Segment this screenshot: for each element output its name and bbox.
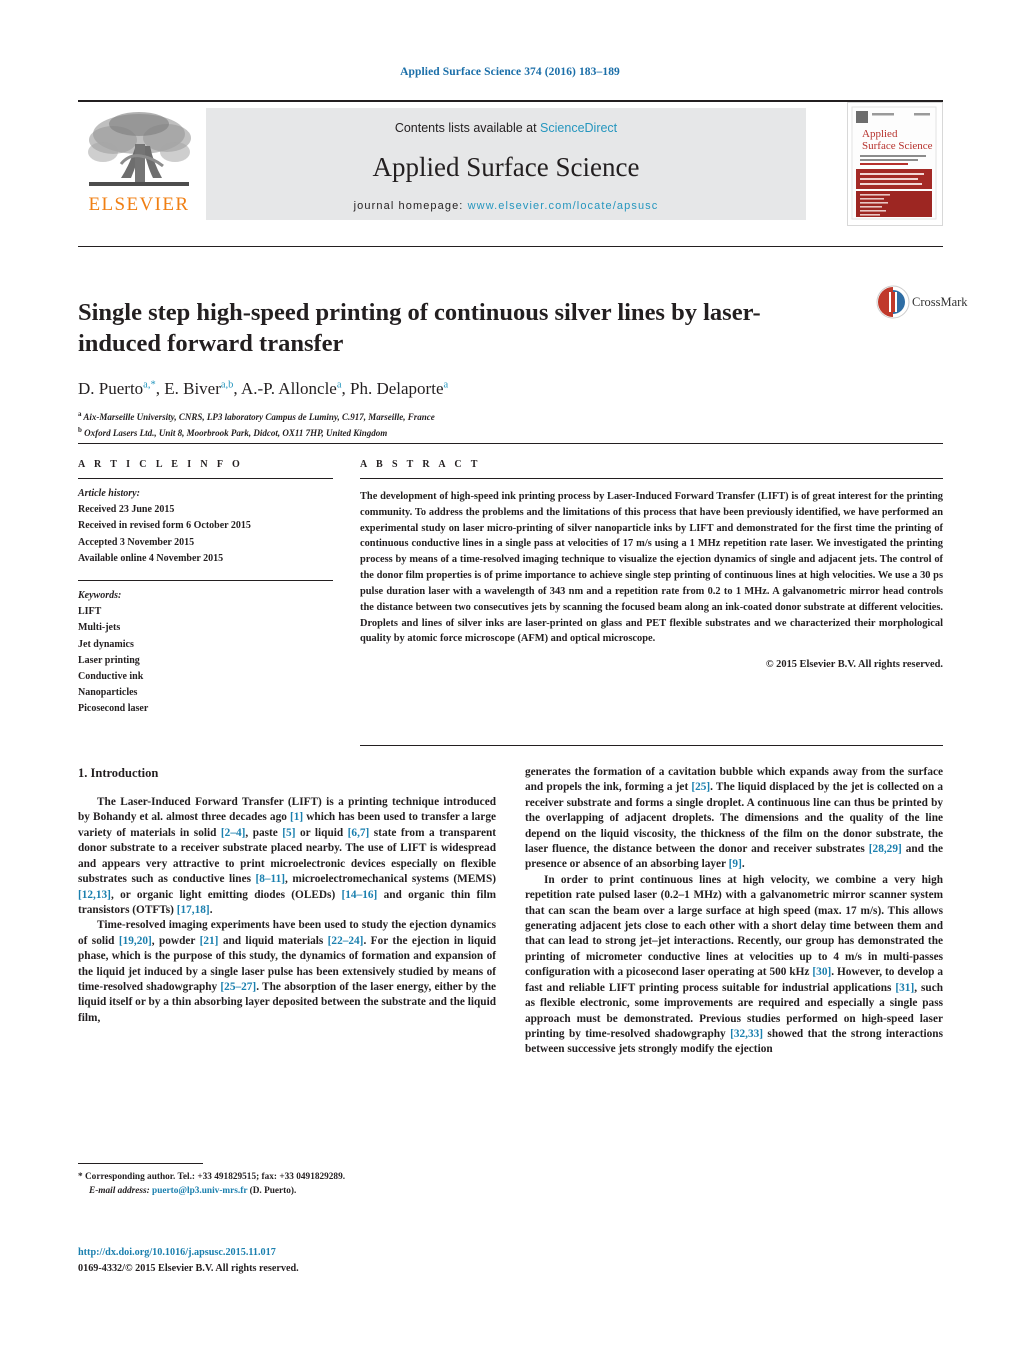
article-info-heading-rule bbox=[78, 478, 333, 479]
running-head: Applied Surface Science 374 (2016) 183–1… bbox=[400, 66, 620, 78]
crossmark-icon bbox=[876, 285, 910, 319]
abstract-column: A B S T R A C T The development of high-… bbox=[360, 459, 943, 670]
keyword-item: Picosecond laser bbox=[78, 703, 149, 715]
article-history-block: Article history: Received 23 June 2015 R… bbox=[78, 486, 333, 567]
history-item: Received in revised form 6 October 2015 bbox=[78, 520, 251, 532]
elsevier-tree-icon bbox=[78, 108, 200, 194]
journal-homepage-line: journal homepage: www.elsevier.com/locat… bbox=[206, 200, 806, 212]
keywords-block: Keywords: LIFT Multi-jets Jet dynamics L… bbox=[78, 588, 333, 718]
affiliation-marker-b: b bbox=[78, 425, 82, 434]
paragraph: The Laser-Induced Forward Transfer (LIFT… bbox=[78, 796, 497, 916]
doi-block: http://dx.doi.org/10.1016/j.apsusc.2015.… bbox=[78, 1245, 508, 1277]
email-owner: (D. Puerto). bbox=[249, 1186, 297, 1197]
section-heading-introduction: 1. Introduction bbox=[78, 766, 159, 780]
elsevier-wordmark: ELSEVIER bbox=[88, 194, 190, 215]
journal-homepage-link[interactable]: www.elsevier.com/locate/apsusc bbox=[468, 200, 659, 212]
abstract-heading: A B S T R A C T bbox=[360, 459, 481, 470]
svg-text:Surface Science: Surface Science bbox=[862, 140, 933, 152]
affiliation-b: b Oxford Lasers Ltd., Unit 8, Moorbrook … bbox=[78, 425, 878, 441]
homepage-prefix: journal homepage: bbox=[353, 200, 468, 212]
contents-list-line: Contents lists available at ScienceDirec… bbox=[206, 108, 806, 135]
abstract-copyright: © 2015 Elsevier B.V. All rights reserved… bbox=[765, 659, 943, 671]
keywords-label: Keywords: bbox=[78, 589, 122, 601]
abstract-bottom-rule bbox=[360, 745, 943, 746]
article-info-column: A R T I C L E I N F O Article history: R… bbox=[78, 459, 333, 717]
paragraph: In order to print continuous lines at hi… bbox=[525, 873, 944, 1056]
paragraph: generates the formation of a cavitation … bbox=[525, 766, 943, 871]
footnote-block: * Corresponding author. Tel.: +33 491829… bbox=[78, 1170, 496, 1199]
email-note: E-mail address: puerto@lp3.univ-mrs.fr (… bbox=[78, 1184, 496, 1198]
corresponding-author-note: * Corresponding author. Tel.: +33 491829… bbox=[78, 1172, 346, 1182]
article-history-label: Article history: bbox=[78, 488, 140, 499]
keywords-divider bbox=[78, 579, 333, 581]
journal-masthead: ELSEVIER Contents lists available at Sci… bbox=[78, 100, 943, 226]
page-title: Single step high-speed printing of conti… bbox=[78, 299, 761, 358]
doi-link[interactable]: http://dx.doi.org/10.1016/j.apsusc.2015.… bbox=[78, 1245, 508, 1261]
abstract-heading-rule bbox=[360, 478, 943, 479]
email-link[interactable]: puerto@lp3.univ-mrs.fr bbox=[152, 1186, 247, 1196]
body-column-right: generates the formation of a cavitation … bbox=[525, 765, 943, 1058]
journal-cover-thumbnail: Applied Surface Science bbox=[847, 102, 943, 226]
journal-title: Applied Surface Science bbox=[372, 152, 640, 182]
authors-text: D. Puertoa,*, E. Bivera,b, A.-P. Alloncl… bbox=[78, 379, 449, 398]
keyword-item: LIFT bbox=[78, 606, 102, 618]
keyword-item: Conductive ink bbox=[78, 670, 144, 682]
journal-article-page: Applied Surface Science 374 (2016) 183–1… bbox=[0, 0, 1020, 1351]
svg-text:Applied: Applied bbox=[862, 128, 898, 140]
masthead-bottom-rule bbox=[78, 246, 943, 247]
affiliation-text-a: Aix-Marseille University, CNRS, LP3 labo… bbox=[83, 412, 435, 422]
crossmark-badge[interactable]: CrossMark bbox=[876, 285, 968, 325]
history-item: Available online 4 November 2015 bbox=[78, 552, 224, 564]
keyword-item: Multi-jets bbox=[78, 622, 121, 634]
keyword-item: Nanoparticles bbox=[78, 687, 138, 699]
affiliation-marker-a: a bbox=[78, 410, 82, 418]
history-item: Accepted 3 November 2015 bbox=[78, 536, 195, 548]
affiliation-text-b: Oxford Lasers Ltd., Unit 8, Moorbrook Pa… bbox=[84, 427, 388, 438]
paragraph: Time-resolved imaging experiments have b… bbox=[78, 919, 497, 1024]
crossmark-label: CrossMark bbox=[912, 295, 968, 309]
footnote-rule bbox=[78, 1163, 203, 1164]
email-label: E-mail address: bbox=[89, 1186, 150, 1197]
history-item: Received 23 June 2015 bbox=[78, 504, 175, 516]
keyword-item: Jet dynamics bbox=[78, 638, 134, 650]
elsevier-logo: ELSEVIER bbox=[78, 108, 200, 220]
issn-copyright-line: 0169-4332/© 2015 Elsevier B.V. All right… bbox=[78, 1262, 299, 1274]
abstract-text: The development of high-speed ink printi… bbox=[360, 491, 943, 645]
sciencedirect-link[interactable]: ScienceDirect bbox=[540, 121, 617, 135]
article-info-heading: A R T I C L E I N F O bbox=[78, 459, 244, 470]
journal-band: Contents lists available at ScienceDirec… bbox=[206, 108, 806, 220]
affiliation-a: a Aix-Marseille University, CNRS, LP3 la… bbox=[78, 409, 878, 425]
contents-prefix: Contents lists available at bbox=[394, 121, 541, 135]
body-column-left: 1. Introduction The Laser-Induced Forwar… bbox=[78, 765, 496, 1026]
affiliation-list: a Aix-Marseille University, CNRS, LP3 la… bbox=[78, 409, 878, 440]
info-top-rule bbox=[78, 443, 943, 444]
author-list: D. Puertoa,*, E. Bivera,b, A.-P. Alloncl… bbox=[78, 379, 878, 399]
keyword-item: Laser printing bbox=[78, 654, 140, 666]
